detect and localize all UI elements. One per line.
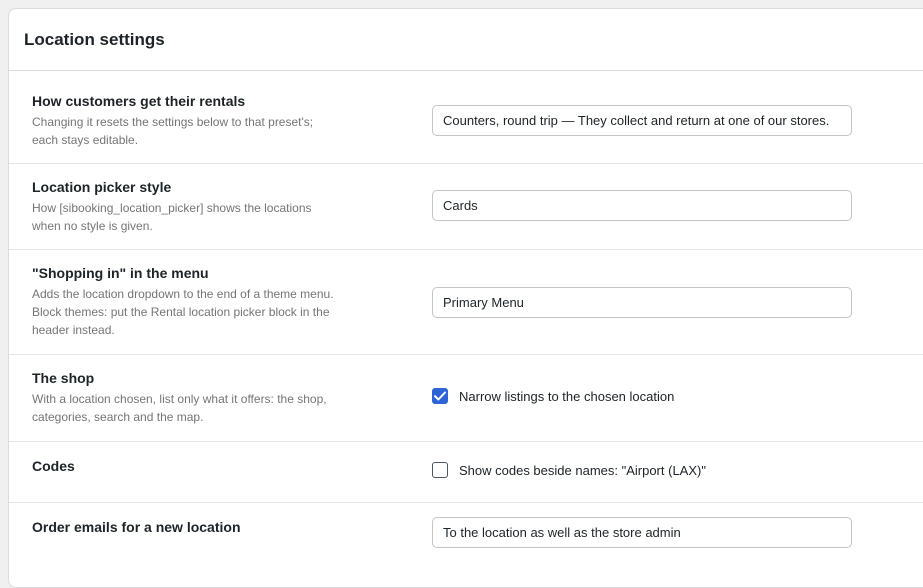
setting-label: Codes: [32, 457, 352, 475]
setting-name: How customers get their rentals: [32, 93, 246, 109]
show-codes-option[interactable]: Show codes beside names: "Airport (LAX)": [432, 462, 706, 478]
setting-name: The shop: [32, 370, 95, 386]
description-line: Adds the location dropdown to the end of…: [32, 287, 334, 301]
setting-name: Location picker style: [32, 179, 172, 195]
show-codes-checkbox[interactable]: [432, 462, 448, 478]
setting-label: Order emails for a new location: [32, 518, 352, 536]
card-header: Location settings: [9, 9, 923, 71]
page-title: Location settings: [24, 29, 165, 49]
narrow-listings-checkbox[interactable]: [432, 388, 448, 404]
setting-row-shopping-in-menu: "Shopping in" in the menu Adds the locat…: [9, 250, 923, 355]
description-line: categories, search and the map.: [32, 410, 204, 424]
picker-style-select[interactable]: Cards: [432, 190, 852, 221]
setting-name: Order emails for a new location: [32, 519, 241, 535]
location-settings-card: Location settings How customers get thei…: [8, 8, 923, 588]
setting-label: The shop With a location chosen, list on…: [32, 369, 352, 426]
setting-label: Location picker style How [sibooking_loc…: [32, 178, 352, 235]
narrow-listings-option[interactable]: Narrow listings to the chosen location: [432, 388, 674, 404]
description-line: header instead.: [32, 323, 115, 337]
setting-name: Codes: [32, 458, 75, 474]
description-line: when no style is given.: [32, 219, 153, 233]
setting-description: With a location chosen, list only what i…: [32, 390, 352, 426]
narrow-listings-label[interactable]: Narrow listings to the chosen location: [459, 389, 674, 404]
setting-description: Changing it resets the settings below to…: [32, 113, 352, 149]
description-line: With a location chosen, list only what i…: [32, 392, 327, 406]
setting-description: Adds the location dropdown to the end of…: [32, 285, 352, 339]
check-icon: [434, 391, 446, 401]
setting-row-codes: Codes Show codes beside names: "Airport …: [9, 442, 923, 503]
show-codes-label[interactable]: Show codes beside names: "Airport (LAX)": [459, 463, 706, 478]
setting-label: How customers get their rentals Changing…: [32, 92, 352, 149]
setting-label: "Shopping in" in the menu Adds the locat…: [32, 264, 352, 339]
description-line: Block themes: put the Rental location pi…: [32, 305, 330, 319]
description-line: How [sibooking_location_picker] shows th…: [32, 201, 312, 215]
rental-method-select[interactable]: Counters, round trip — They collect and …: [432, 105, 852, 136]
menu-select[interactable]: Primary Menu: [432, 287, 852, 318]
order-emails-select[interactable]: To the location as well as the store adm…: [432, 517, 852, 548]
setting-name: "Shopping in" in the menu: [32, 265, 209, 281]
setting-row-rental-method: How customers get their rentals Changing…: [9, 71, 923, 164]
setting-description: How [sibooking_location_picker] shows th…: [32, 199, 352, 235]
setting-row-the-shop: The shop With a location chosen, list on…: [9, 355, 923, 442]
setting-row-order-emails: Order emails for a new location To the l…: [9, 503, 923, 583]
description-line: each stays editable.: [32, 133, 139, 147]
description-line: Changing it resets the settings below to…: [32, 115, 314, 129]
setting-row-picker-style: Location picker style How [sibooking_loc…: [9, 164, 923, 250]
